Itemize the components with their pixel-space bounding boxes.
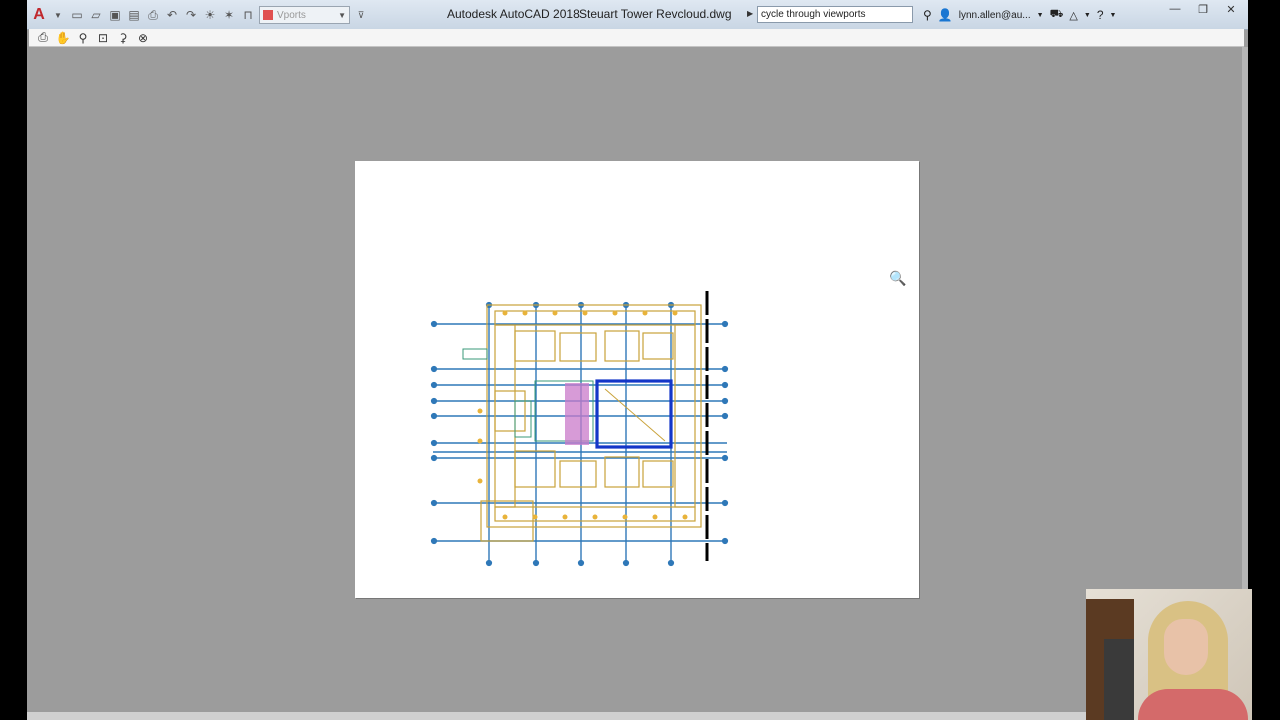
app-title: Autodesk AutoCAD 2018 — [447, 7, 580, 21]
cart-icon[interactable]: ⛟ — [1050, 8, 1064, 22]
webcam-presenter-shirt — [1138, 689, 1248, 720]
save-as-icon[interactable]: ▤ — [126, 7, 142, 23]
webcam-overlay — [1086, 589, 1252, 720]
autocad-window: A ▼ ▭ ▱ ▣ ▤ ⎙ ↶ ↷ ☀ ✶ ⊓ Vports ▼ ⊽ Autod… — [27, 0, 1248, 720]
user-name[interactable]: lynn.allen@au... — [959, 10, 1031, 21]
binoculars-icon[interactable]: ⚲ — [923, 8, 932, 22]
app-menu-arrow-icon[interactable]: ▼ — [50, 7, 66, 23]
zoom-original-icon[interactable]: ⚳ — [115, 30, 131, 46]
floor-plan-drawing — [430, 291, 729, 567]
document-title: Steuart Tower Revcloud.dwg — [579, 7, 732, 21]
plot-preview-sheet — [355, 161, 919, 598]
user-area: ⚲ 👤 lynn.allen@au... ▼ ⛟ △ ▼ ? ▼ — [923, 8, 1116, 22]
new-file-icon[interactable]: ▭ — [69, 7, 85, 23]
minimize-icon[interactable]: — — [1164, 3, 1186, 16]
title-bar: A ▼ ▭ ▱ ▣ ▤ ⎙ ↶ ↷ ☀ ✶ ⊓ Vports ▼ ⊽ Autod… — [27, 0, 1248, 30]
autocad-logo-icon[interactable]: A — [31, 6, 47, 23]
chevron-down-icon: ▼ — [338, 10, 346, 20]
zoom-cursor-icon: 🔍 — [889, 270, 907, 286]
plot-icon[interactable]: ⎙ — [145, 7, 161, 23]
close-icon[interactable]: ✕ — [1220, 3, 1242, 16]
layer-color-swatch — [263, 10, 273, 20]
user-icon[interactable]: 👤 — [938, 8, 953, 22]
undo-icon[interactable]: ↶ — [164, 7, 180, 23]
open-file-icon[interactable]: ▱ — [88, 7, 104, 23]
chevron-down-icon[interactable]: ▼ — [1110, 12, 1117, 19]
chevron-down-icon[interactable]: ▼ — [1037, 12, 1044, 19]
quick-access-toolbar: A ▼ ▭ ▱ ▣ ▤ ⎙ ↶ ↷ ☀ ✶ ⊓ Vports ▼ ⊽ — [31, 4, 369, 26]
window-controls: — ❐ ✕ — [1164, 3, 1242, 16]
restore-icon[interactable]: ❐ — [1192, 3, 1214, 16]
expand-search-icon[interactable]: ▶ — [747, 9, 753, 18]
layer-dropdown[interactable]: Vports ▼ — [259, 6, 350, 24]
chevron-down-icon[interactable]: ▼ — [1084, 12, 1091, 19]
webcam-presenter-face — [1164, 619, 1208, 675]
exchange-icon[interactable]: △ — [1069, 9, 1077, 22]
search-input[interactable]: cycle through viewports — [757, 6, 913, 23]
zoom-window-icon[interactable]: ⊡ — [95, 30, 111, 46]
sun-icon[interactable]: ✶ — [221, 7, 237, 23]
help-icon[interactable]: ? — [1097, 8, 1104, 22]
layer-dropdown-value: Vports — [277, 9, 306, 21]
plot-preview-toolbar: ⎙ ✋ ⚲ ⊡ ⚳ ⊗ — [29, 29, 1244, 47]
lightbulb-icon[interactable]: ☀ — [202, 7, 218, 23]
webcam-fridge — [1104, 639, 1134, 720]
close-preview-icon[interactable]: ⊗ — [135, 30, 151, 46]
customize-qat-icon[interactable]: ⊽ — [353, 7, 369, 23]
redo-icon[interactable]: ↷ — [183, 7, 199, 23]
pan-hand-icon[interactable]: ✋ — [55, 30, 71, 46]
zoom-realtime-icon[interactable]: ⚲ — [75, 30, 91, 46]
lock-icon[interactable]: ⊓ — [240, 7, 256, 23]
print-icon[interactable]: ⎙ — [35, 30, 51, 46]
status-bar — [27, 712, 1248, 720]
save-icon[interactable]: ▣ — [107, 7, 123, 23]
